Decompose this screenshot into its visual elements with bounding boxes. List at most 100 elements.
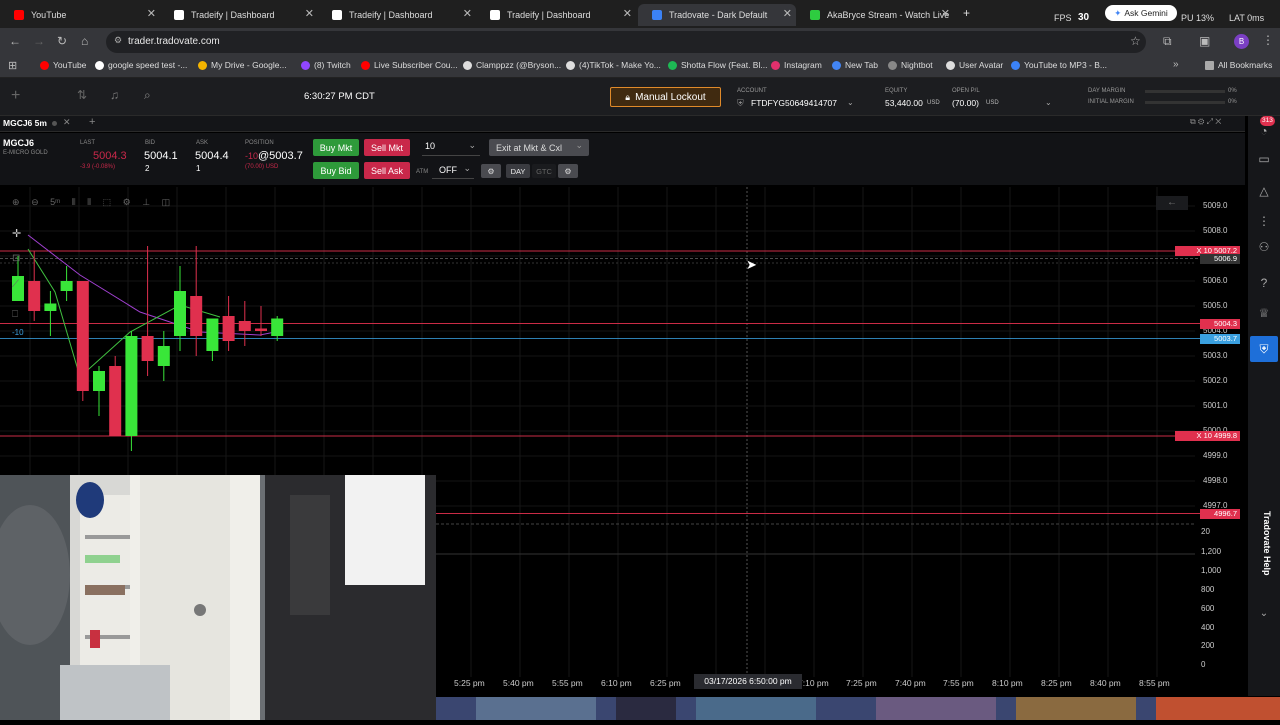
add-icon[interactable]: + xyxy=(11,87,20,105)
browser-tab[interactable]: YouTube ✕ xyxy=(0,4,160,26)
buy-market-button[interactable]: Buy Mkt xyxy=(313,139,359,156)
trophy-icon[interactable]: ♕ xyxy=(1256,306,1272,322)
order-line-label[interactable]: X 10 4999.8 xyxy=(1175,431,1240,441)
alert-icon[interactable]: △ xyxy=(1256,184,1272,200)
drawing-tool-icon[interactable]: ⊡ xyxy=(12,253,20,264)
tif-day-button[interactable]: DAY xyxy=(506,164,530,178)
crosshair-tool-icon[interactable]: ✛ xyxy=(12,227,21,240)
symbol[interactable]: MGCJ6 xyxy=(3,138,34,148)
browser-tab-active[interactable]: Tradovate - Dark Default ✕ xyxy=(638,4,796,26)
lock-tool-icon[interactable]: ⎕ xyxy=(12,309,18,320)
close-tab-icon[interactable]: ✕ xyxy=(305,7,314,20)
time-tick-label: 8:25 pm xyxy=(1041,678,1072,688)
order-line-label[interactable]: 5003.7 xyxy=(1200,333,1240,344)
help-icon[interactable]: ? xyxy=(1256,276,1272,292)
tif-settings-button[interactable]: ⚙ xyxy=(558,164,578,178)
shield-button[interactable]: ⛨ xyxy=(1250,336,1278,362)
tif-gtc-button[interactable]: GTC xyxy=(532,164,556,178)
tab-label: Tradeify | Dashboard xyxy=(349,10,433,20)
manual-lockout-button[interactable]: 🔒︎ Manual Lockout xyxy=(610,87,721,107)
close-tab-icon[interactable]: ✕ xyxy=(783,7,792,20)
quantity-select[interactable]: 10 ⌄ xyxy=(422,139,480,156)
close-tab-icon[interactable]: ✕ xyxy=(63,117,71,128)
bookmarks-overflow-icon[interactable]: » xyxy=(1173,59,1179,70)
screenshot-icon[interactable]: ▣ xyxy=(1199,34,1210,48)
exit-at-market-button[interactable]: Exit at Mkt & Cxl ⌄ xyxy=(489,139,589,156)
bookmark-star-icon[interactable]: ☆ xyxy=(1130,34,1141,48)
menu-icon[interactable]: ⋮ xyxy=(1262,33,1274,47)
home-icon[interactable]: ⌂ xyxy=(81,34,88,48)
youtube-icon xyxy=(14,10,24,20)
close-tab-icon[interactable]: ✕ xyxy=(147,7,156,20)
candle-body xyxy=(222,316,235,341)
sell-ask-button[interactable]: Sell Ask xyxy=(364,162,410,179)
bookmark-item[interactable]: My Drive - Google... xyxy=(198,60,287,70)
all-bookmarks-button[interactable]: All Bookmarks xyxy=(1205,60,1272,70)
tradovate-icon xyxy=(652,10,662,20)
buy-bid-button[interactable]: Buy Bid xyxy=(313,162,359,179)
bookmark-item[interactable]: google speed test -... xyxy=(95,60,187,70)
bookmark-item[interactable]: Live Subscriber Cou... xyxy=(361,60,458,70)
browser-tab[interactable]: AkaBryce Stream - Watch Live ✕ xyxy=(796,4,954,26)
close-tab-icon[interactable]: ✕ xyxy=(623,7,632,20)
bookmark-item[interactable]: Instagram xyxy=(771,60,822,70)
gear-icon[interactable]: ⚙ xyxy=(123,197,131,207)
bookmark-item[interactable]: (8) Twitch xyxy=(301,60,351,70)
account-selector[interactable]: FTDFYG50649414707 xyxy=(751,98,837,108)
chat-icon[interactable]: ▭ xyxy=(1256,152,1272,168)
window-controls-icon[interactable]: ⧉ ⚙ ⤢ ✕ xyxy=(1190,117,1221,127)
forward-icon[interactable]: → xyxy=(33,34,45,48)
close-tab-icon[interactable]: ✕ xyxy=(463,7,472,20)
atm-settings-button[interactable]: ⚙ xyxy=(481,164,501,178)
chevron-down-icon[interactable]: ⌄ xyxy=(847,98,854,107)
browser-tab[interactable]: Tradeify | Dashboard ✕ xyxy=(476,4,636,26)
bookmark-item[interactable]: User Avatar xyxy=(946,60,1003,70)
tradovate-help-tab[interactable]: Tradovate Help xyxy=(1258,511,1272,589)
close-tab-icon[interactable]: ✕ xyxy=(941,7,950,20)
bookmark-item[interactable]: Shotta Flow (Feat. Bl... xyxy=(668,60,767,70)
bookmark-item[interactable]: Clamppzz (@Bryson... xyxy=(463,60,561,70)
ask-gemini-button[interactable]: ✦ Ask Gemini xyxy=(1105,5,1177,21)
profile-avatar[interactable]: B xyxy=(1234,34,1249,49)
bookmark-item[interactable]: YouTube xyxy=(40,60,86,70)
drawing-select-icon[interactable]: ⬚ xyxy=(103,197,112,207)
new-tab-icon[interactable]: + xyxy=(963,6,970,20)
bookmark-item[interactable]: Nightbot xyxy=(888,60,933,70)
trendline-tool-icon[interactable]: ⟋ xyxy=(12,279,19,290)
timeframe-icon[interactable]: 5ᵐ xyxy=(50,197,60,207)
apps-grid-icon[interactable]: ⊞ xyxy=(8,59,17,72)
extensions-icon[interactable]: ⧉ xyxy=(1163,34,1172,49)
users-icon[interactable]: ⚇ xyxy=(1256,240,1272,256)
layout-icon[interactable]: ⊥ xyxy=(142,197,150,207)
browser-tab[interactable]: Tradeify | Dashboard ✕ xyxy=(160,4,318,26)
search-icon[interactable]: ⌕ xyxy=(144,88,151,103)
chart-tab-label[interactable]: MGCJ6 5m xyxy=(3,118,47,128)
bookmark-item[interactable]: New Tab xyxy=(832,60,878,70)
url-field[interactable]: ⚙ trader.tradovate.com xyxy=(106,31,1146,53)
chart-type-icon[interactable]: ⫴ xyxy=(72,197,76,207)
add-tab-icon[interactable]: + xyxy=(89,116,95,128)
order-line-label[interactable]: 5004.3 xyxy=(1200,318,1240,329)
bookmark-item[interactable]: YouTube to MP3 - B... xyxy=(1011,60,1107,70)
browser-tab[interactable]: Tradeify | Dashboard ✕ xyxy=(318,4,476,26)
reload-icon[interactable]: ↻ xyxy=(57,34,67,48)
site-info-icon[interactable]: ⚙ xyxy=(114,35,122,46)
chevron-down-icon[interactable]: ⌄ xyxy=(1045,98,1052,107)
transfer-icon[interactable]: ⇅ xyxy=(77,88,87,102)
atm-select[interactable]: OFF ⌄ xyxy=(432,162,474,179)
chart-icon[interactable]: ◔ xyxy=(1256,124,1272,140)
chevron-down-icon[interactable]: ⌄ xyxy=(1256,608,1272,624)
sell-market-button[interactable]: Sell Mkt xyxy=(364,139,410,156)
bookmark-item[interactable]: (4)TikTok - Make Yo... xyxy=(566,60,661,70)
back-icon[interactable]: ← xyxy=(9,34,21,48)
zoom-out-icon[interactable]: ⊖ xyxy=(31,197,39,207)
zoom-in-icon[interactable]: ⊕ xyxy=(12,197,20,207)
indicators-icon[interactable]: ⦀ xyxy=(87,197,91,207)
menu-lines-icon[interactable]: ⋮ xyxy=(1256,214,1272,230)
order-line-label[interactable]: 5006.9 xyxy=(1200,253,1240,264)
scroll-back-button[interactable]: ← xyxy=(1156,196,1188,210)
snapshot-icon[interactable]: ◫ xyxy=(162,197,171,207)
order-line-label[interactable]: 4996.7 xyxy=(1200,508,1240,519)
bell-icon[interactable]: ♫ xyxy=(110,88,119,102)
shield-icon: ⛨ xyxy=(737,98,744,108)
